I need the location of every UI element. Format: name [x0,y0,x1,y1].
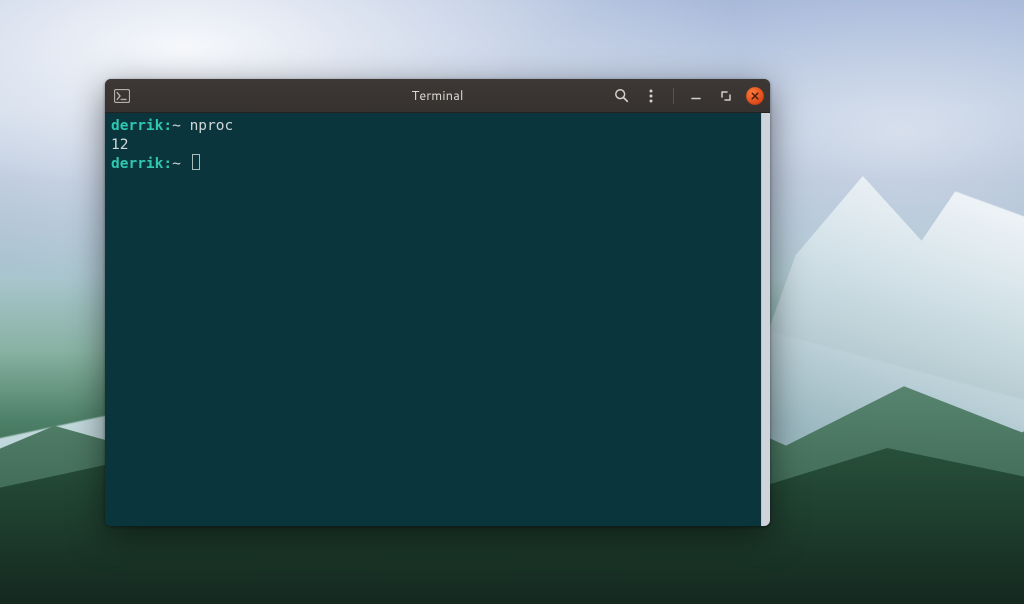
terminal-icon [113,87,131,105]
window-titlebar[interactable]: Terminal [105,79,770,113]
terminal-output[interactable]: derrik:~ nproc 12 derrik:~ [105,113,761,526]
prompt: derrik: [111,156,172,172]
prompt-path: ~ [172,156,181,172]
terminal-body: derrik:~ nproc 12 derrik:~ [105,113,770,526]
terminal-scrollbar[interactable] [761,113,770,526]
minimize-button[interactable] [686,86,706,106]
terminal-window: Terminal [105,79,770,526]
window-controls [611,86,764,106]
command-text: nproc [190,118,234,134]
output-line: 12 [111,137,128,153]
menu-icon[interactable] [641,86,661,106]
prompt: derrik: [111,118,172,134]
scrollbar-thumb[interactable] [762,113,770,526]
close-button[interactable] [746,87,764,105]
prompt-path: ~ [172,118,181,134]
text-cursor [192,154,201,170]
maximize-button[interactable] [716,86,736,106]
titlebar-separator [673,88,674,104]
search-icon[interactable] [611,86,631,106]
desktop-wallpaper: Terminal [0,0,1024,604]
